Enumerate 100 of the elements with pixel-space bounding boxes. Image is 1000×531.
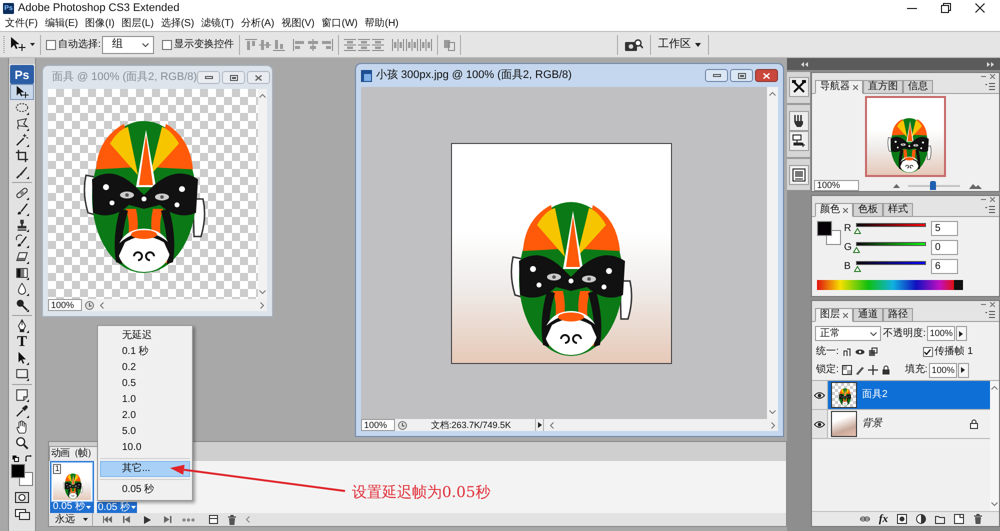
- scroll-right-icon[interactable]: [771, 422, 775, 428]
- channel-slider[interactable]: [853, 222, 929, 234]
- brush-icon[interactable]: [854, 365, 865, 375]
- lock-icon[interactable]: [880, 365, 891, 375]
- panel-tab[interactable]: 路径: [883, 308, 913, 322]
- channel-value-field[interactable]: 5: [931, 221, 958, 236]
- bracket-icon[interactable]: [842, 346, 852, 356]
- menu-item[interactable]: 0.1 秒: [100, 344, 190, 360]
- auto-select-dropdown[interactable]: 组: [102, 36, 154, 54]
- new-layer-icon[interactable]: [954, 514, 964, 524]
- channel-slider[interactable]: [853, 260, 929, 272]
- chevron-down-icon[interactable]: [870, 332, 877, 336]
- align-icon[interactable]: [244, 38, 257, 50]
- menu-item[interactable]: 文件(F): [5, 18, 38, 28]
- menu-item[interactable]: 其它...: [100, 461, 190, 477]
- scroll-down-icon[interactable]: [769, 410, 776, 414]
- checker-square-icon[interactable]: [842, 365, 852, 375]
- scroll-up-icon[interactable]: [991, 386, 998, 390]
- panel-menu-icon[interactable]: [985, 206, 995, 213]
- close-icon[interactable]: [990, 197, 995, 202]
- trash-icon[interactable]: [228, 514, 236, 524]
- menu-item[interactable]: 0.2: [100, 360, 190, 376]
- step-back-icon[interactable]: [123, 516, 131, 523]
- scroll-up-icon[interactable]: [769, 92, 776, 96]
- checkbox[interactable]: [46, 40, 56, 50]
- auto-align-icon[interactable]: [442, 38, 455, 50]
- rewind-icon[interactable]: [103, 516, 113, 523]
- channel-slider[interactable]: [853, 242, 929, 254]
- scroll-up-icon[interactable]: [259, 94, 266, 98]
- panel-tab[interactable]: 直方图: [863, 80, 903, 94]
- menu-item[interactable]: 1.0: [100, 392, 190, 408]
- close-icon[interactable]: [990, 302, 995, 307]
- expand-icon[interactable]: [987, 62, 994, 66]
- zoom-field[interactable]: 100%: [48, 299, 82, 311]
- menu-item[interactable]: 5.0: [100, 424, 190, 440]
- close-icon[interactable]: [853, 84, 858, 90]
- menu-item[interactable]: 编辑(E): [44, 18, 78, 28]
- menu-item[interactable]: 0.5: [100, 376, 190, 392]
- workspace-button[interactable]: 工作区: [656, 39, 703, 50]
- align-icon[interactable]: [320, 38, 333, 50]
- layer-style-button[interactable]: fx: [878, 514, 888, 524]
- panel-tab[interactable]: 通道: [853, 308, 883, 322]
- trash-icon[interactable]: [973, 514, 983, 524]
- vertical-scrollbar[interactable]: [990, 381, 999, 511]
- scroll-down-icon[interactable]: [259, 290, 266, 294]
- align-icon[interactable]: [306, 38, 319, 50]
- distribute-icon[interactable]: [358, 38, 370, 50]
- distribute-icon[interactable]: [406, 38, 418, 50]
- align-icon[interactable]: [258, 38, 271, 50]
- panel-tab[interactable]: 信息: [903, 80, 933, 94]
- menu-item[interactable]: 帮助(H): [364, 18, 399, 28]
- fill-field[interactable]: 100%: [928, 362, 957, 378]
- default-colors-icon[interactable]: [12, 455, 19, 462]
- panel-tab[interactable]: 样式: [883, 203, 913, 217]
- menu-item[interactable]: 分析(A): [240, 18, 274, 28]
- maximize-button[interactable]: [730, 69, 753, 82]
- blend-mode-dropdown[interactable]: 正常: [815, 326, 881, 341]
- channel-value-field[interactable]: 0: [931, 240, 958, 255]
- close-icon[interactable]: [843, 312, 848, 318]
- fill-stepper[interactable]: [958, 362, 969, 378]
- panel-menu-icon[interactable]: [985, 83, 995, 90]
- camera-magnifier-icon[interactable]: [624, 38, 643, 50]
- step-forward-icon[interactable]: [164, 516, 172, 523]
- clock-icon[interactable]: [398, 420, 407, 430]
- menu-item[interactable]: 视图(V): [281, 18, 315, 28]
- menu-item[interactable]: 无延迟: [100, 328, 190, 344]
- link-icon[interactable]: [860, 514, 870, 524]
- panel-tab[interactable]: 动画（帧）: [49, 446, 98, 461]
- checkbox[interactable]: [922, 346, 933, 356]
- panel-tab[interactable]: 颜色: [815, 203, 853, 217]
- frame-delay-button[interactable]: 0.05 秒: [97, 502, 137, 513]
- dots-icon[interactable]: [182, 516, 195, 522]
- eye-icon[interactable]: [854, 346, 865, 356]
- layer-item[interactable]: 面具2: [828, 381, 990, 409]
- opacity-field[interactable]: 100%: [926, 326, 955, 341]
- zoom-field[interactable]: 100%: [814, 180, 859, 191]
- opacity-stepper[interactable]: [956, 326, 967, 341]
- move-tool[interactable]: [10, 84, 34, 100]
- swap-arrow-icon[interactable]: [25, 455, 32, 462]
- clock-icon[interactable]: [85, 300, 94, 310]
- split-square-icon[interactable]: [209, 515, 218, 524]
- grip-bar[interactable]: [9, 58, 35, 64]
- distribute-icon[interactable]: [372, 38, 384, 50]
- channel-value-field[interactable]: 6: [931, 259, 958, 274]
- chevron-down-icon[interactable]: [142, 42, 149, 46]
- distribute-icon[interactable]: [344, 38, 356, 50]
- triangle-right-icon[interactable]: [959, 330, 964, 336]
- checkbox[interactable]: [162, 40, 172, 50]
- quick-mask-icon[interactable]: [15, 492, 29, 503]
- info-menu-button[interactable]: [535, 419, 544, 431]
- horizontal-scrollbar[interactable]: [97, 299, 267, 311]
- scroll-left-icon[interactable]: [100, 302, 104, 308]
- collapse-icon[interactable]: [801, 62, 808, 66]
- horizontal-scrollbar[interactable]: [547, 419, 778, 431]
- minimize-button[interactable]: [705, 69, 728, 82]
- menu-item[interactable]: 滤镜(T): [201, 18, 234, 28]
- close-button[interactable]: [755, 69, 778, 82]
- cross-icon[interactable]: [868, 365, 878, 375]
- scroll-left-icon[interactable]: [550, 422, 554, 428]
- play-icon[interactable]: [144, 516, 151, 524]
